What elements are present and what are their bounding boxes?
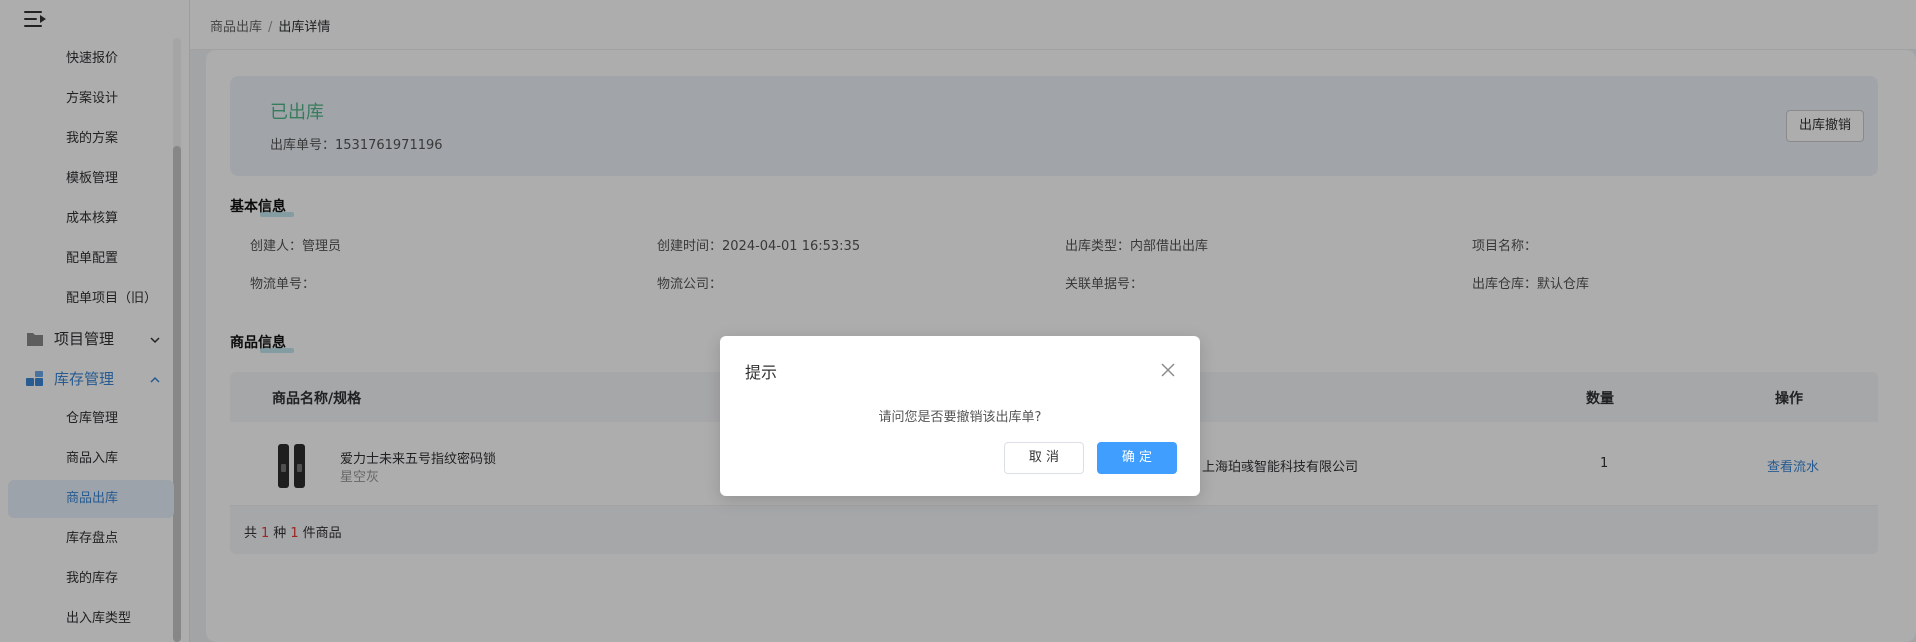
cancel-button[interactable]: 取 消 [1004,442,1084,474]
confirm-dialog: 提示 请问您是否要撤销该出库单? 取 消 确 定 [720,336,1200,496]
dialog-message: 请问您是否要撤销该出库单? [878,410,1042,425]
modal-overlay[interactable] [0,0,1916,642]
close-icon[interactable] [1160,362,1176,378]
dialog-title: 提示 [745,363,778,382]
confirm-button[interactable]: 确 定 [1097,442,1177,474]
